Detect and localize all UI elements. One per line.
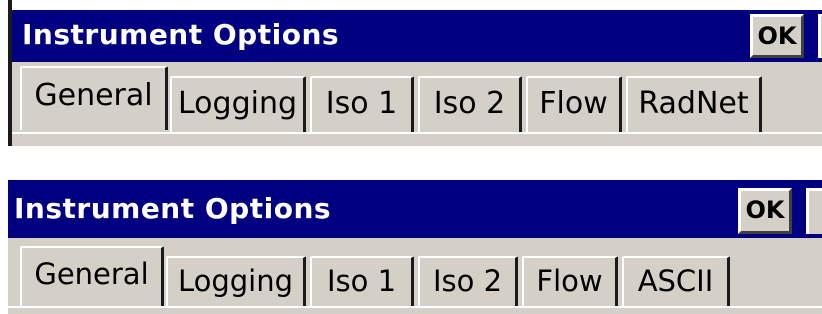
tab-general[interactable]: General bbox=[20, 246, 164, 306]
tab-strip: General Logging Iso 1 Iso 2 Flow ASCII bbox=[8, 238, 822, 314]
ok-button[interactable]: OK bbox=[738, 188, 792, 234]
tab-strip: General Logging Iso 1 Iso 2 Flow RadNet bbox=[12, 62, 822, 146]
tab-iso-2[interactable]: Iso 2 bbox=[418, 256, 518, 308]
close-button-partial[interactable] bbox=[818, 14, 822, 58]
tab-baseline bbox=[12, 132, 822, 134]
tab-iso-1[interactable]: Iso 1 bbox=[310, 256, 414, 308]
title-bar: Instrument Options OK bbox=[8, 180, 822, 238]
window-title: Instrument Options bbox=[14, 192, 332, 225]
tab-iso-2[interactable]: Iso 2 bbox=[418, 76, 522, 134]
ok-button[interactable]: OK bbox=[750, 14, 804, 58]
tab-general[interactable]: General bbox=[20, 66, 168, 130]
tab-flow[interactable]: Flow bbox=[522, 256, 618, 308]
tab-radnet[interactable]: RadNet bbox=[626, 76, 762, 134]
tab-baseline bbox=[8, 306, 822, 308]
close-button-partial[interactable] bbox=[806, 188, 822, 234]
title-bar: Instrument Options OK bbox=[12, 10, 822, 62]
tab-logging[interactable]: Logging bbox=[166, 256, 306, 308]
tab-iso-1[interactable]: Iso 1 bbox=[310, 76, 414, 134]
instrument-options-window-ascii: Instrument Options OK General Logging Is… bbox=[0, 178, 822, 314]
tab-flow[interactable]: Flow bbox=[526, 76, 622, 134]
tab-logging[interactable]: Logging bbox=[170, 76, 306, 134]
tab-ascii[interactable]: ASCII bbox=[622, 256, 730, 308]
instrument-options-window-radnet: Instrument Options OK General Logging Is… bbox=[0, 0, 822, 146]
window-title: Instrument Options bbox=[22, 18, 340, 51]
